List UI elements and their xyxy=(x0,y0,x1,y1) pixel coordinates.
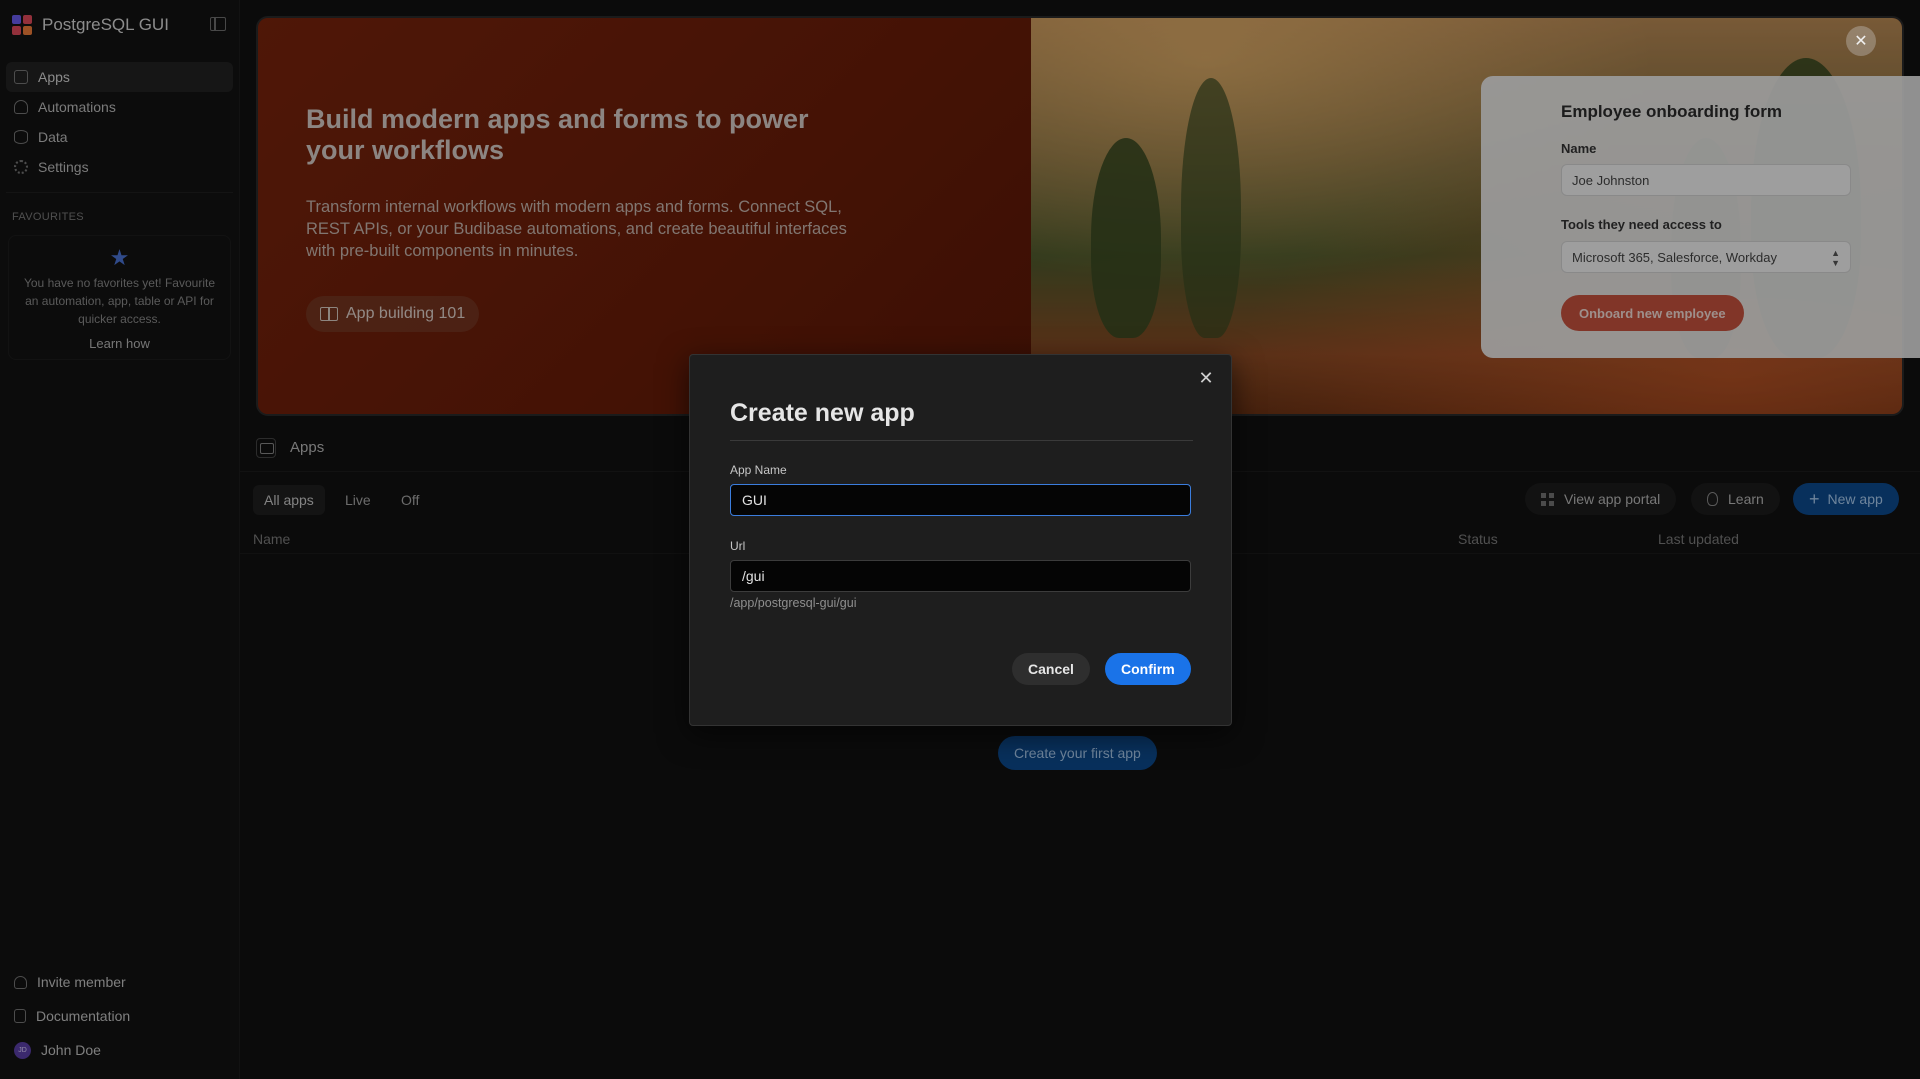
modal-title: Create new app xyxy=(730,399,915,427)
confirm-button[interactable]: Confirm xyxy=(1105,653,1191,685)
close-banner-icon[interactable]: ✕ xyxy=(1846,26,1876,56)
url-preview: /app/postgresql-gui/gui xyxy=(730,596,857,610)
close-icon[interactable]: ✕ xyxy=(1197,369,1215,387)
cancel-button[interactable]: Cancel xyxy=(1012,653,1090,685)
app-name-label: App Name xyxy=(730,463,787,477)
app-name-input[interactable] xyxy=(730,484,1191,516)
url-input[interactable] xyxy=(730,560,1191,592)
create-app-modal: ✕ Create new app App Name Url /app/postg… xyxy=(689,354,1232,726)
url-label: Url xyxy=(730,539,746,553)
divider xyxy=(730,440,1193,441)
